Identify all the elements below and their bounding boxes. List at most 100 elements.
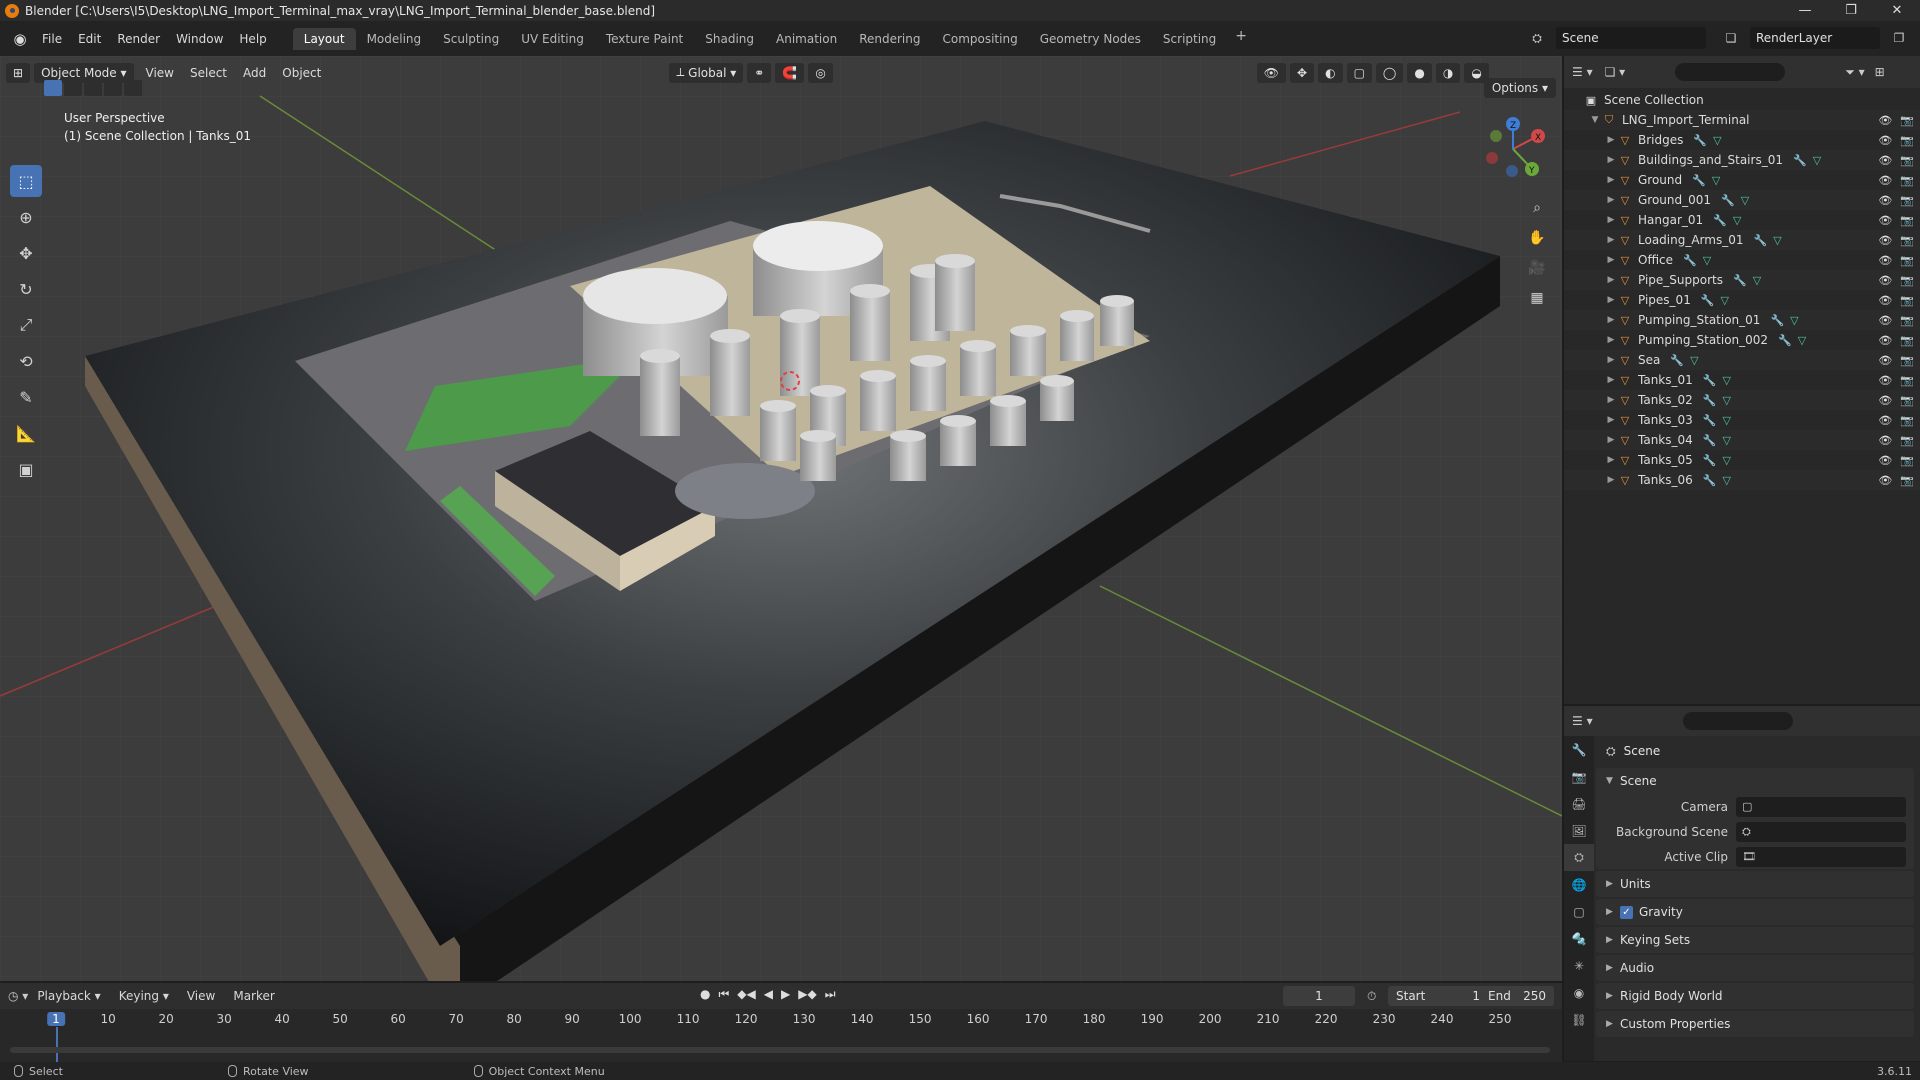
blender-menu-icon[interactable]: ◉ [6, 29, 34, 49]
camera-icon[interactable]: 📷 [1900, 334, 1914, 347]
mesh-data-icon[interactable]: ▽ [1722, 374, 1730, 387]
modifier-icon[interactable]: 🔧 [1713, 214, 1727, 227]
mesh-data-icon[interactable]: ▽ [1690, 354, 1698, 367]
eye-icon[interactable]: 👁 [1878, 394, 1892, 407]
outliner-object-row[interactable]: ▶ ▽ Loading_Arms_01 🔧 ▽ 👁 📷 [1564, 230, 1920, 250]
collapsed-panel[interactable]: ▶ ✓ Gravity [1596, 899, 1914, 925]
maximize-button[interactable]: ❐ [1828, 0, 1874, 21]
eye-icon[interactable]: 👁 [1878, 174, 1892, 187]
modifier-icon[interactable]: 🔧 [1692, 174, 1706, 187]
scene-collection-row[interactable]: ▣ Scene Collection [1564, 90, 1920, 110]
camera-icon[interactable]: 📷 [1900, 474, 1914, 487]
panel-header[interactable]: ▶ Audio [1596, 955, 1914, 981]
jump-start-icon[interactable]: ⏮ [718, 987, 729, 1002]
eye-icon[interactable]: 👁 [1878, 134, 1892, 147]
view-layer-selector[interactable]: RenderLayer [1750, 27, 1880, 49]
eye-icon[interactable]: 👁 [1878, 434, 1892, 447]
outliner-object-row[interactable]: ▶ ▽ Pumping_Station_002 🔧 ▽ 👁 📷 [1564, 330, 1920, 350]
camera-icon[interactable]: 📷 [1900, 254, 1914, 267]
outliner-object-row[interactable]: ▶ ▽ Sea 🔧 ▽ 👁 📷 [1564, 350, 1920, 370]
view-layer-tab-icon[interactable]: 🖼 [1564, 817, 1594, 844]
menu-window[interactable]: Window [168, 28, 231, 50]
particles-tab-icon[interactable]: ✳ [1564, 952, 1594, 979]
expand-arrow-icon[interactable]: ▼ [1588, 115, 1602, 125]
tab-texture-paint[interactable]: Texture Paint [595, 28, 694, 50]
jump-end-icon[interactable]: ⏭ [825, 987, 836, 1002]
navigation-gizmo[interactable]: X Y Z [1478, 114, 1548, 184]
modifier-icon[interactable]: 🔧 [1778, 334, 1792, 347]
eye-icon[interactable]: 👁 [1878, 234, 1892, 247]
camera-view-icon[interactable]: 🎥 [1523, 254, 1551, 282]
scene-icon[interactable]: ⛭ [1528, 29, 1546, 47]
cursor-tool-icon[interactable]: ⊕ [10, 201, 42, 233]
camera-icon[interactable]: 📷 [1900, 174, 1914, 187]
eye-icon[interactable]: 👁 [1878, 154, 1892, 167]
eye-icon[interactable]: 👁 [1878, 194, 1892, 207]
constraints-tab-icon[interactable]: ⛓ [1564, 1006, 1594, 1033]
camera-icon[interactable]: 📷 [1900, 234, 1914, 247]
ortho-toggle-icon[interactable]: ▦ [1523, 284, 1551, 312]
visibility-icon[interactable]: 👁 [1256, 62, 1287, 83]
eye-icon[interactable]: 👁 [1878, 474, 1892, 487]
zoom-icon[interactable]: ⌕ [1523, 194, 1551, 222]
expand-arrow-icon[interactable]: ▶ [1604, 455, 1618, 465]
viewport-menu-object[interactable]: Object [274, 66, 329, 80]
transform-orientation-dropdown[interactable]: ⟂ Global ▾ [669, 62, 744, 83]
modifier-icon[interactable]: 🔧 [1683, 254, 1697, 267]
mesh-data-icon[interactable]: ▽ [1798, 334, 1806, 347]
viewport-menu-add[interactable]: Add [235, 66, 274, 80]
expand-arrow-icon[interactable]: ▶ [1604, 435, 1618, 445]
mesh-data-icon[interactable]: ▽ [1722, 474, 1730, 487]
end-frame-field[interactable]: End 250 [1480, 986, 1554, 1006]
modifier-icon[interactable]: 🔧 [1793, 154, 1807, 167]
camera-icon[interactable]: 📷 [1900, 374, 1914, 387]
properties-editor-icon[interactable]: ☰ ▾ [1572, 714, 1593, 728]
modifier-icon[interactable]: 🔧 [1693, 134, 1707, 147]
scene-panel-header[interactable]: ▼ Scene [1596, 768, 1914, 794]
expand-arrow-icon[interactable]: ▶ [1604, 355, 1618, 365]
mesh-data-icon[interactable]: ▽ [1733, 214, 1741, 227]
move-tool-icon[interactable]: ✥ [10, 237, 42, 269]
outliner-object-row[interactable]: ▶ ▽ Hangar_01 🔧 ▽ 👁 📷 [1564, 210, 1920, 230]
timeline-menu-marker[interactable]: Marker [224, 989, 283, 1003]
rotate-tool-icon[interactable]: ↻ [10, 273, 42, 305]
record-icon[interactable]: ● [700, 987, 710, 1002]
camera-icon[interactable]: 📷 [1900, 294, 1914, 307]
pivot-point-icon[interactable]: ⚭ [747, 62, 772, 83]
gizmo-toggle-icon[interactable]: ✥ [1290, 62, 1315, 83]
outliner-object-row[interactable]: ▶ ▽ Tanks_02 🔧 ▽ 👁 📷 [1564, 390, 1920, 410]
object-tab-icon[interactable]: ▢ [1564, 898, 1594, 925]
timeline-menu-keying[interactable]: Keying ▾ [110, 989, 178, 1003]
annotate-tool-icon[interactable]: ✎ [10, 381, 42, 413]
mesh-data-icon[interactable]: ▽ [1722, 454, 1730, 467]
modifier-icon[interactable]: 🔧 [1721, 194, 1735, 207]
mesh-data-icon[interactable]: ▽ [1753, 274, 1761, 287]
tab-geometry-nodes[interactable]: Geometry Nodes [1029, 28, 1152, 50]
expand-arrow-icon[interactable]: ▶ [1604, 375, 1618, 385]
modifier-icon[interactable]: 🔧 [1733, 274, 1747, 287]
shading-solid-icon[interactable]: ● [1407, 62, 1432, 83]
expand-arrow-icon[interactable]: ▶ [1604, 275, 1618, 285]
output-tab-icon[interactable]: 🖨 [1564, 790, 1594, 817]
proportional-edit-icon[interactable]: ◎ [808, 62, 833, 83]
eye-icon[interactable]: 👁 [1878, 454, 1892, 467]
filter-icon[interactable]: ⏷ ▾ [1845, 65, 1864, 80]
add-cube-tool-icon[interactable]: ▣ [10, 453, 42, 485]
camera-icon[interactable]: 📷 [1900, 414, 1914, 427]
3d-viewport[interactable]: ⊞ Object Mode ▾ View Select Add Object ⟂… [0, 56, 1562, 981]
tab-compositing[interactable]: Compositing [931, 28, 1028, 50]
mesh-data-icon[interactable]: ▽ [1741, 194, 1749, 207]
gravity-checkbox[interactable]: ✓ [1620, 905, 1633, 919]
scene-selector[interactable]: Scene [1556, 27, 1706, 49]
eye-icon[interactable]: 👁 [1878, 314, 1892, 327]
tab-scripting[interactable]: Scripting [1152, 28, 1227, 50]
outliner-object-row[interactable]: ▶ ▽ Pumping_Station_01 🔧 ▽ 👁 📷 [1564, 310, 1920, 330]
outliner-editor-icon[interactable]: ☰ ▾ [1572, 65, 1593, 79]
expand-arrow-icon[interactable]: ▶ [1604, 255, 1618, 265]
camera-icon[interactable]: 📷 [1900, 194, 1914, 207]
tab-layout[interactable]: Layout [292, 27, 356, 50]
expand-arrow-icon[interactable]: ▶ [1604, 135, 1618, 145]
viewport-menu-select[interactable]: Select [182, 66, 235, 80]
outliner-object-row[interactable]: ▶ ▽ Ground 🔧 ▽ 👁 📷 [1564, 170, 1920, 190]
expand-arrow-icon[interactable]: ▶ [1604, 295, 1618, 305]
